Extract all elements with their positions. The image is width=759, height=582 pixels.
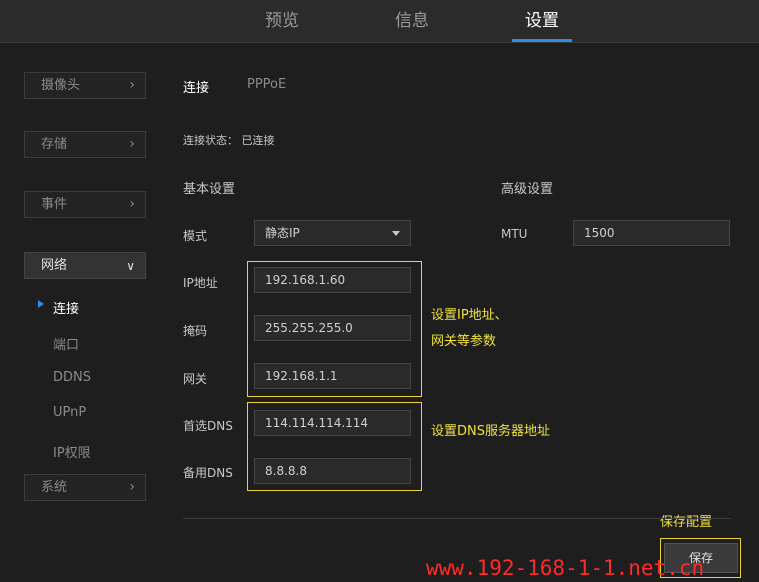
ip-settings-highlight [247,261,422,397]
ip-address-label: IP地址 [183,276,218,290]
sidebar-group-label: 摄像头 [41,78,81,93]
caret-down-icon [392,231,400,236]
sidebar-group-label: 事件 [41,197,68,212]
connection-status: 连接状态： 已连接 [183,134,275,147]
sidebar-group-label: 存储 [41,137,68,152]
mode-select[interactable]: 静态IP [254,220,411,246]
mode-label: 模式 [183,229,208,243]
chevron-right-icon: › [129,196,135,212]
advanced-settings-title: 高级设置 [501,182,554,197]
tab-settings[interactable]: 设置 [512,0,572,43]
preferred-dns-label: 首选DNS [183,419,233,433]
sidebar-group-event[interactable]: 事件 › [24,191,146,218]
sidebar-group-label: 系统 [41,480,68,495]
top-nav-bar: 预览 信息 设置 [0,0,759,43]
sidebar-item-upnp[interactable]: UPnP [53,405,86,420]
dns-settings-highlight [247,402,422,491]
active-item-arrow-icon [38,300,44,308]
sidebar-group-storage[interactable]: 存储 › [24,131,146,158]
subtab-connect[interactable]: 连接 [183,77,209,96]
gateway-label: 网关 [183,372,208,386]
sidebar-group-network[interactable]: 网络 ∨ [24,252,146,279]
subtab-pppoe[interactable]: PPPoE [247,77,286,92]
chevron-down-icon: ∨ [126,259,135,273]
tab-info[interactable]: 信息 [382,0,442,43]
sidebar-item-connect[interactable]: 连接 [53,298,79,317]
mode-select-value: 静态IP [265,226,300,240]
sidebar-item-ip-permission[interactable]: IP权限 [53,442,91,461]
subnet-mask-label: 掩码 [183,324,208,338]
sidebar-item-port[interactable]: 端口 [53,334,79,353]
chevron-right-icon: › [129,136,135,152]
mtu-label: MTU [501,227,528,241]
mtu-input[interactable]: 1500 [573,220,730,246]
divider [183,518,731,519]
watermark-text: www.192-168-1-1.net.cn [426,556,705,580]
tab-preview[interactable]: 预览 [252,0,312,43]
ip-note-line1: 设置IP地址、 [431,308,508,323]
alternate-dns-label: 备用DNS [183,466,233,480]
sidebar-group-system[interactable]: 系统 › [24,474,146,501]
sidebar-item-ddns[interactable]: DDNS [53,370,91,385]
sidebar-group-camera[interactable]: 摄像头 › [24,72,146,99]
ip-note-line2: 网关等参数 [431,334,497,349]
basic-settings-title: 基本设置 [183,182,236,197]
chevron-right-icon: › [129,479,135,495]
sidebar-group-label: 网络 [41,258,68,273]
save-note: 保存配置 [657,511,716,530]
dns-note: 设置DNS服务器地址 [431,424,550,439]
chevron-right-icon: › [129,77,135,93]
